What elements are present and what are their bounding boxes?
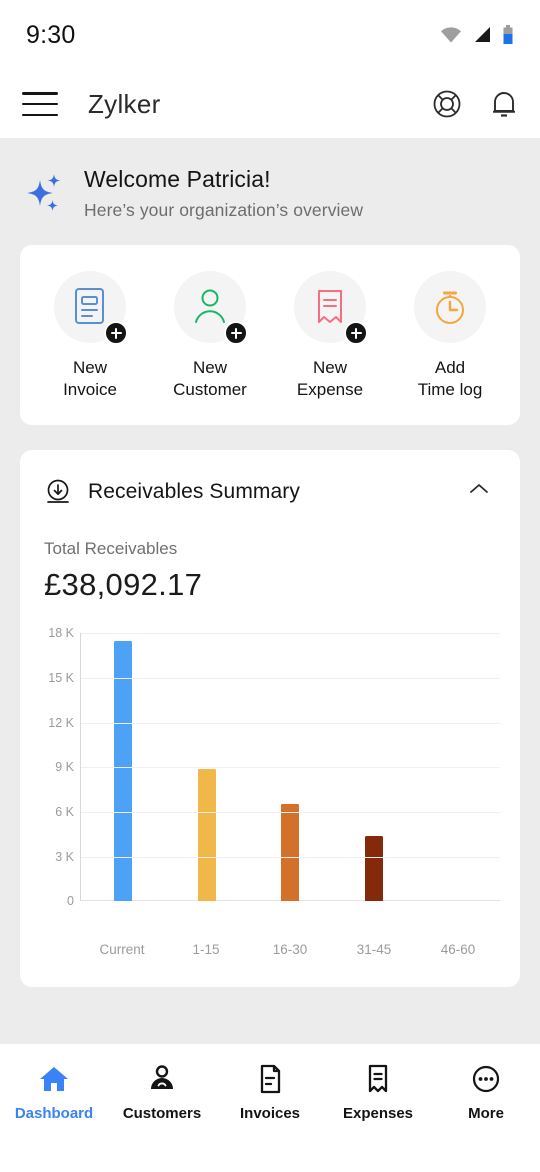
- home-icon: [38, 1062, 70, 1096]
- chart-gridline: [81, 722, 500, 724]
- ellipsis-circle-icon: [470, 1062, 502, 1096]
- nav-item-more[interactable]: More: [432, 1062, 540, 1122]
- quick-action-label: New Invoice: [63, 357, 117, 401]
- nav-item-customers[interactable]: Customers: [108, 1062, 216, 1122]
- chart-y-tick: 3 K: [55, 849, 74, 864]
- quick-action-label-line2: Invoice: [63, 380, 117, 400]
- lifebuoy-icon[interactable]: [432, 89, 462, 119]
- quick-action-new-expense[interactable]: New Expense: [270, 271, 390, 401]
- nav-label: Invoices: [239, 1105, 301, 1122]
- chart-x-tick: 16-30: [272, 942, 308, 958]
- welcome-subtitle: Here’s your organization’s overview: [84, 200, 364, 220]
- sparkle-icon: [18, 166, 78, 216]
- welcome-text: Welcome Patricia! Here’s your organizati…: [84, 166, 363, 221]
- chart-y-tick: 0: [67, 894, 74, 909]
- status-time: 9:30: [26, 20, 76, 49]
- header-actions: [432, 89, 518, 119]
- expense-icon-circle: [294, 271, 368, 345]
- chart-bar[interactable]: [113, 640, 132, 902]
- nav-item-invoices[interactable]: Invoices: [216, 1062, 324, 1122]
- chart-y-tick: 15 K: [48, 670, 74, 685]
- document-icon: [254, 1062, 286, 1096]
- wifi-icon: [441, 27, 461, 43]
- battery-icon: [503, 25, 513, 44]
- quick-action-label: New Customer: [173, 357, 247, 401]
- nav-label: More: [468, 1105, 504, 1122]
- timelog-icon-circle: [414, 271, 486, 343]
- receivables-header: Receivables Summary: [20, 476, 520, 507]
- total-receivables-value: £38,092.17: [44, 567, 203, 603]
- quick-action-label: New Expense: [297, 357, 363, 401]
- quick-action-new-invoice[interactable]: New Invoice: [30, 271, 150, 401]
- quick-action-label-line2: Customer: [173, 380, 247, 400]
- nav-item-expenses[interactable]: Expenses: [324, 1062, 432, 1122]
- quick-action-label-line1: Add: [434, 358, 466, 377]
- quick-action-label: Add Time log: [418, 357, 483, 401]
- receipt-icon: [362, 1062, 394, 1096]
- welcome-title: Welcome Patricia!: [84, 166, 271, 192]
- chart-x-tick: 31-45: [356, 942, 392, 958]
- bottom-navigation: Dashboard Customers Invoices Expenses Mo…: [0, 1044, 540, 1172]
- chart-gridline: [81, 767, 500, 769]
- chevron-up-icon: [470, 484, 488, 494]
- quick-action-new-customer[interactable]: New Customer: [150, 271, 270, 401]
- chart-x-tick: Current: [99, 942, 145, 958]
- total-receivables-label: Total Receivables: [44, 539, 178, 559]
- plus-badge-icon: [104, 321, 128, 345]
- receivables-chart: 0 3 K 6 K 9 K 12 K 15 K 18 K Current 1-15 16-30 3…: [20, 626, 520, 957]
- chart-y-tick: 9 K: [55, 760, 74, 775]
- stopwatch-icon: [436, 291, 464, 324]
- plus-badge-icon: [344, 321, 368, 345]
- chart-bars-region: [80, 633, 500, 902]
- chart-x-tick: 1-15: [192, 942, 220, 958]
- quick-action-label-line1: New: [312, 358, 347, 377]
- receivables-title: Receivables Summary: [88, 479, 300, 503]
- page-title: Zylker: [88, 88, 161, 119]
- app-header: Zylker: [0, 70, 540, 138]
- chart-gridline: [81, 633, 500, 635]
- chart-x-tick: 46-60: [440, 942, 476, 958]
- chart-plot-area: 0 3 K 6 K 9 K 12 K 15 K 18 K: [36, 626, 500, 933]
- customer-person-icon: [195, 289, 225, 323]
- expense-receipt-icon: [318, 290, 342, 323]
- receivables-summary-card: Receivables Summary Total Receivables £3…: [20, 450, 520, 988]
- invoice-document-icon: [75, 288, 104, 324]
- quick-action-label-line1: New: [72, 358, 107, 377]
- plus-badge-icon: [224, 321, 248, 345]
- nav-label: Dashboard: [14, 1105, 94, 1122]
- invoice-icon-circle: [54, 271, 128, 345]
- nav-label: Expenses: [342, 1105, 414, 1122]
- chart-gridline: [81, 811, 500, 813]
- customer-icon-circle: [174, 271, 248, 345]
- status-icons: [440, 25, 514, 45]
- quick-action-label-line1: New: [192, 358, 227, 377]
- nav-item-dashboard[interactable]: Dashboard: [0, 1062, 108, 1122]
- quick-action-add-time-log[interactable]: Add Time log: [390, 271, 510, 401]
- download-circle-icon: [47, 479, 69, 503]
- hamburger-menu-icon[interactable]: [22, 92, 58, 116]
- chart-y-axis: 0 3 K 6 K 9 K 12 K 15 K 18 K: [36, 626, 80, 908]
- chart-x-axis: Current 1-15 16-30 31-45 46-60: [36, 942, 500, 957]
- welcome-banner: Welcome Patricia! Here’s your organizati…: [0, 138, 540, 245]
- chart-y-tick: 6 K: [55, 804, 74, 819]
- quick-actions-row: New Invoice New Customer New Expense Add…: [30, 271, 510, 401]
- chart-bar[interactable]: [281, 804, 300, 902]
- chart-gridline: [81, 856, 500, 858]
- chart-y-tick: 12 K: [48, 715, 74, 730]
- chart-bar[interactable]: [197, 768, 216, 902]
- chart-bar[interactable]: [365, 835, 384, 902]
- cellular-signal-icon: [475, 27, 490, 42]
- quick-action-label-line2: Time log: [417, 380, 483, 400]
- chart-gridline: [81, 677, 500, 679]
- quick-action-label-line2: Expense: [296, 380, 364, 400]
- quick-actions-card: New Invoice New Customer New Expense Add…: [20, 245, 520, 426]
- nav-label: Customers: [122, 1105, 202, 1122]
- bell-icon[interactable]: [490, 89, 518, 119]
- chart-y-tick: 18 K: [48, 626, 74, 641]
- person-icon: [146, 1062, 178, 1096]
- status-bar: 9:30: [0, 0, 540, 70]
- collapse-toggle[interactable]: [462, 476, 496, 507]
